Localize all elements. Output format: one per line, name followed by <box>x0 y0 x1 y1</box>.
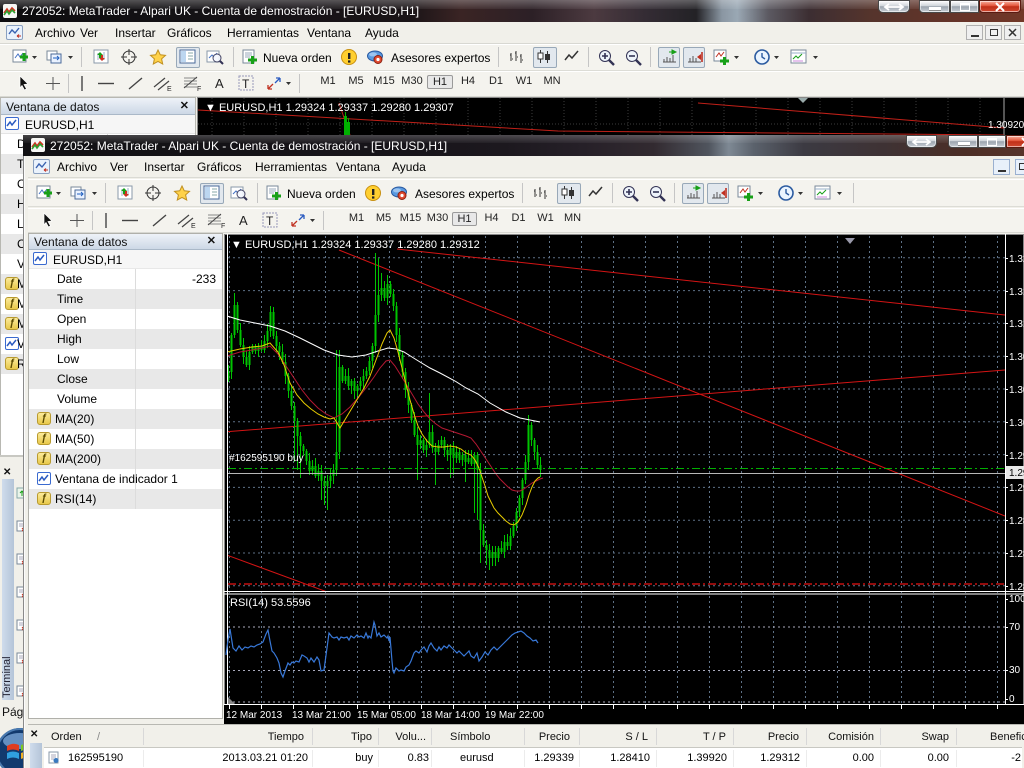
svg-text:A: A <box>239 213 248 228</box>
svg-text:T: T <box>242 77 250 91</box>
svg-text:1.2931: 1.2931 <box>1009 468 1024 479</box>
svg-text:30: 30 <box>1009 665 1021 676</box>
svg-text:1.2854: 1.2854 <box>1009 549 1024 560</box>
svg-text:RSI(14) 53.5596: RSI(14) 53.5596 <box>230 597 311 609</box>
svg-text:1.3220: 1.3220 <box>1009 254 1024 265</box>
svg-text:▼ EURUSD,H1 1.29324 1.29337 1: ▼ EURUSD,H1 1.29324 1.29337 1.29280 1.29… <box>231 239 480 251</box>
svg-text:1.3098: 1.3098 <box>1009 352 1024 363</box>
svg-text:1.2894: 1.2894 <box>1009 516 1024 527</box>
svg-text:1.30920: 1.30920 <box>988 120 1024 131</box>
svg-text:18 Mar 14:00: 18 Mar 14:00 <box>421 710 480 721</box>
svg-text:13 Mar 21:00: 13 Mar 21:00 <box>292 710 351 721</box>
svg-text:12 Mar 2013: 12 Mar 2013 <box>226 710 283 721</box>
svg-text:F: F <box>221 223 225 229</box>
svg-text:100: 100 <box>1009 594 1024 605</box>
svg-text:0: 0 <box>1009 694 1015 705</box>
svg-text:19 Mar 22:00: 19 Mar 22:00 <box>485 710 544 721</box>
svg-text:E: E <box>191 223 196 229</box>
svg-text:1.3139: 1.3139 <box>1009 319 1024 330</box>
svg-text:1.2976: 1.2976 <box>1009 451 1024 462</box>
svg-text:F: F <box>197 86 201 92</box>
svg-text:15 Mar 05:00: 15 Mar 05:00 <box>357 710 416 721</box>
svg-text:1.2935: 1.2935 <box>1009 483 1024 494</box>
svg-text:1.2813: 1.2813 <box>1009 582 1024 593</box>
svg-text:E: E <box>167 86 172 92</box>
svg-text:1.3017: 1.3017 <box>1009 418 1024 429</box>
svg-text:1.3057: 1.3057 <box>1009 385 1024 396</box>
svg-text:70: 70 <box>1009 622 1021 633</box>
svg-text:T: T <box>266 214 274 228</box>
svg-text:#162595190 buy: #162595190 buy <box>229 453 304 464</box>
svg-text:▼ EURUSD,H1 1.29324 1.29337 1: ▼ EURUSD,H1 1.29324 1.29337 1.29280 1.29… <box>205 102 454 114</box>
svg-text:1.3180: 1.3180 <box>1009 287 1024 298</box>
svg-text:A: A <box>215 76 224 91</box>
